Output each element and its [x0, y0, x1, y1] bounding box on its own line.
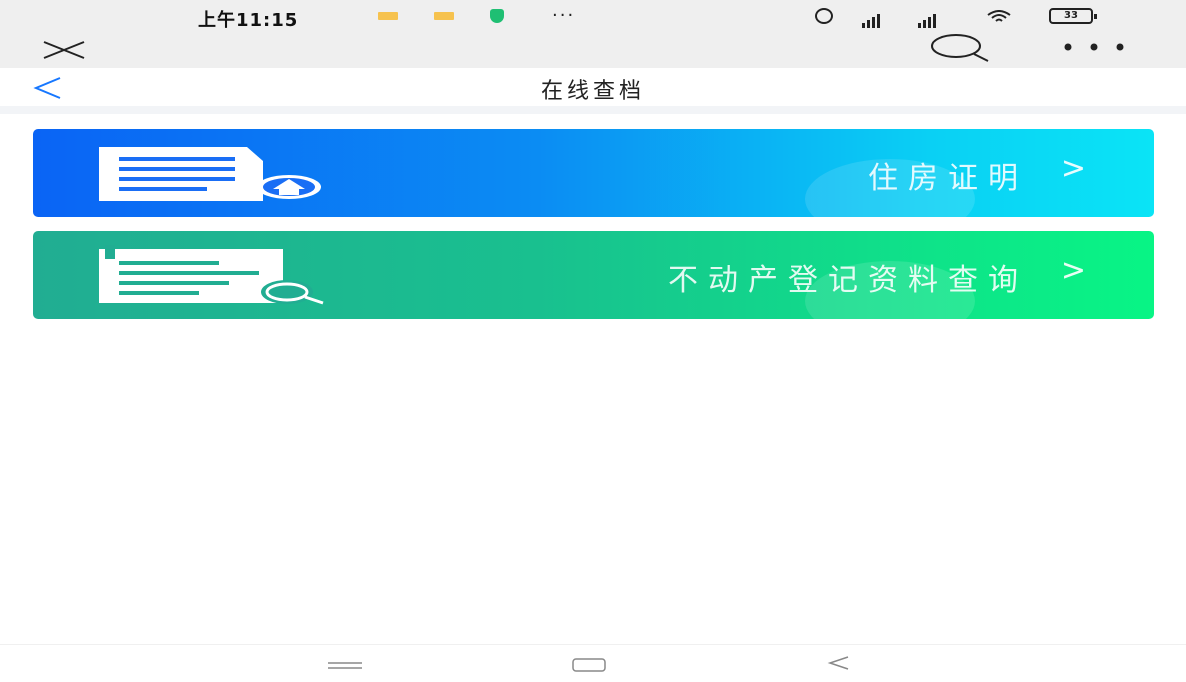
system-navigation-bar — [0, 644, 1186, 682]
house-document-icon — [99, 147, 321, 201]
status-time: 上午11:15 — [198, 10, 299, 31]
status-bar: 上午11:15 ··· 33 — [0, 0, 1186, 34]
signal-icon — [862, 9, 882, 28]
chevron-right-icon: > — [1060, 253, 1086, 288]
title-bar: 在线查档 — [0, 68, 1186, 106]
app-bar — [0, 34, 1186, 68]
document-search-icon — [99, 245, 324, 305]
card-label: 不动产登记资料查询 — [668, 263, 1028, 298]
message-notification-icon — [378, 12, 398, 20]
home-icon — [572, 658, 606, 672]
search-button[interactable] — [926, 34, 996, 66]
more-button[interactable] — [1058, 34, 1130, 66]
back-icon — [827, 656, 849, 670]
real-estate-records-card[interactable]: 不动产登记资料查询 > — [33, 231, 1154, 319]
page-title: 在线查档 — [540, 79, 645, 104]
nav-menu-button[interactable] — [326, 653, 366, 675]
alarm-icon — [815, 8, 833, 24]
search-icon — [931, 34, 989, 62]
nav-home-button[interactable] — [570, 653, 610, 675]
chevron-right-icon: > — [1060, 151, 1086, 186]
nav-back-button[interactable] — [822, 651, 858, 675]
divider — [0, 106, 1186, 114]
more-icon — [1064, 43, 1124, 51]
battery-icon: 33 — [1049, 8, 1097, 24]
close-button[interactable] — [38, 36, 92, 64]
signal-icon — [918, 9, 938, 28]
more-notifications-icon: ··· — [552, 5, 576, 26]
card-label: 住房证明 — [868, 161, 1028, 196]
close-icon — [43, 41, 85, 59]
wifi-icon — [987, 10, 1011, 22]
housing-certificate-card[interactable]: 住房证明 > — [33, 129, 1154, 217]
menu-icon — [328, 662, 362, 669]
shield-icon — [490, 9, 504, 23]
message-notification-icon — [434, 12, 454, 20]
